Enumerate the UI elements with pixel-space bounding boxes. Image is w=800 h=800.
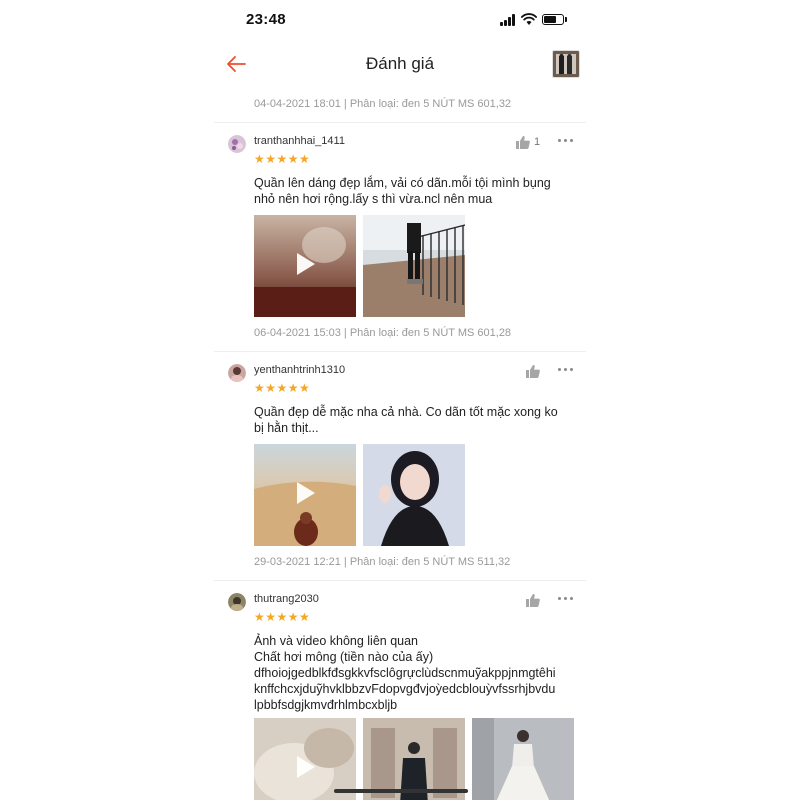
review-text: Quần lên dáng đẹp lắm, vải có dãn.mỗi tộ… [254,176,551,206]
more-options-button[interactable] [557,366,575,374]
more-options-button[interactable] [557,137,575,145]
review-photo[interactable] [363,718,465,800]
like-button[interactable]: 1 [516,135,546,151]
avatar-image [228,593,246,611]
review-video[interactable] [254,215,356,317]
review-photo[interactable] [363,215,465,317]
review-video[interactable] [254,718,356,800]
wifi-icon [521,13,537,25]
review-meta-previous: 04-04-2021 18:01 | Phân loại: đen 5 NÚT … [254,98,512,110]
username[interactable]: tranthanhhai_1411 [254,135,345,147]
avatar-image [228,364,246,382]
phone-screen: 23:48 Đánh giá 04-04-2021 18:01 | Phân l… [214,0,586,800]
like-count: 1 [534,136,541,148]
review-text: Quần đẹp dễ mặc nha cả nhà. Co dãn tốt m… [254,405,558,435]
product-thumbnail-image [553,51,579,77]
review-item: tranthanhhai_1411 1 ★★★★★ Quần lên dáng … [214,123,586,351]
status-bar: 23:48 [214,0,586,40]
review-item: thutrang2030 ★★★★★ Ảnh và video không li… [214,581,586,800]
play-icon [297,253,315,275]
thumbs-up-icon [526,365,540,378]
battery-tip [565,17,567,22]
review-item: yenthanhtrinh1310 ★★★★★ Quần đẹp dễ mặc … [214,352,586,580]
thumbs-up-icon [526,594,540,607]
home-indicator[interactable] [334,789,468,793]
thumbs-up-icon [516,136,530,149]
rating-stars: ★★★★★ [254,381,311,395]
avatar[interactable] [228,135,246,153]
rating-stars: ★★★★★ [254,610,311,624]
play-icon [297,756,315,778]
more-options-button[interactable] [557,595,575,603]
review-photo[interactable] [363,444,465,546]
like-button[interactable] [526,364,556,380]
username[interactable]: thutrang2030 [254,593,319,605]
review-meta: 29-03-2021 12:21 | Phân loại: đen 5 NÚT … [254,556,511,568]
page-title: Đánh giá [365,54,435,73]
product-thumbnail[interactable] [552,50,580,78]
review-video[interactable] [254,444,356,546]
photo-thumbnail [363,444,465,546]
avatar[interactable] [228,593,246,611]
status-time: 23:48 [246,11,286,28]
avatar[interactable] [228,364,246,382]
photo-thumbnail [472,718,574,800]
like-button[interactable] [526,593,556,609]
review-photo[interactable] [472,718,574,800]
username[interactable]: yenthanhtrinh1310 [254,364,345,376]
photo-thumbnail [363,718,465,800]
nav-bar: Đánh giá [214,42,586,86]
review-meta: 06-04-2021 15:03 | Phân loại: đen 5 NÚT … [254,327,512,339]
photo-thumbnail [363,215,465,317]
cellular-signal-icon [500,14,518,26]
avatar-image [228,135,246,153]
play-icon [297,482,315,504]
rating-stars: ★★★★★ [254,152,311,166]
battery-level [544,16,556,23]
review-text: Ảnh và video không liên quan Chất hơi mô… [254,634,556,712]
battery-icon [542,14,564,25]
